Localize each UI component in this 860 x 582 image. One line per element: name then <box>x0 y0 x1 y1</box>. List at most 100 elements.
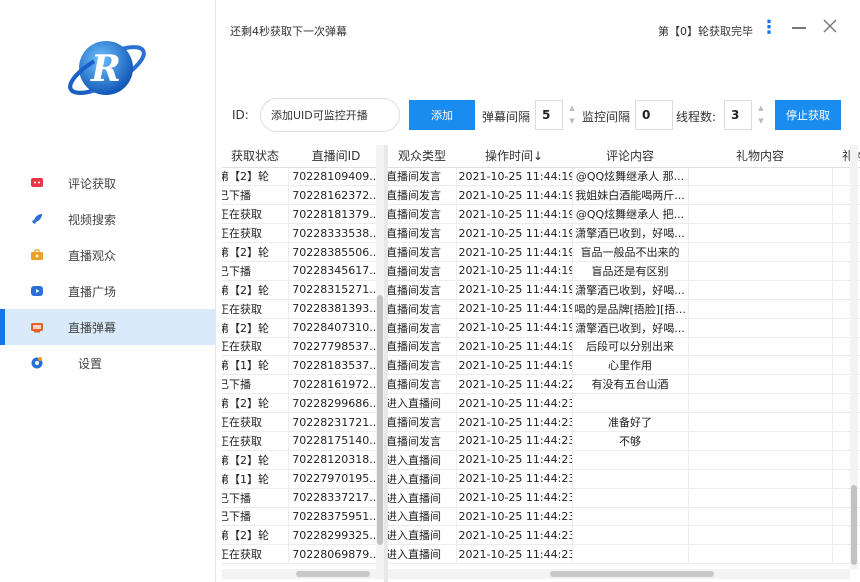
table-row[interactable]: 进入直播间 2021-10-25 11:44:23 <box>388 525 860 546</box>
sidebar-item-label: 设置 <box>78 357 103 371</box>
stop-button[interactable]: 停止获取 <box>775 100 841 130</box>
table-cell: 不够 <box>572 431 689 451</box>
threads-stepper[interactable]: 3 <box>724 100 752 130</box>
column-header-room-id[interactable]: 直播间ID <box>288 145 384 168</box>
table-cell: 进入直播间 <box>388 469 457 489</box>
table-cell <box>688 318 833 338</box>
table-row[interactable]: 进入直播间 2021-10-25 11:44:23 <box>388 393 860 414</box>
table-row[interactable]: 进入直播间 2021-10-25 11:44:23 <box>388 544 860 565</box>
table-cell: 70228337217... <box>288 488 384 508</box>
scrollbar-thumb[interactable] <box>851 485 857 565</box>
table-row[interactable]: 正在获取 70227798537... <box>222 337 384 357</box>
minimize-icon[interactable] <box>792 27 806 29</box>
sidebar-item-comments[interactable]: 评论获取 <box>0 165 216 201</box>
table-row[interactable]: 直播间发言 2021-10-25 11:44:19 喝的是品牌[捂脸][捂... <box>388 299 860 319</box>
table-row[interactable]: 进入直播间 2021-10-25 11:44:23 <box>388 507 860 527</box>
scrollbar-thumb[interactable] <box>550 571 714 577</box>
table-row[interactable]: 第【1】轮 70227970195... <box>222 469 384 489</box>
table-row[interactable]: 正在获取 70228381393... <box>222 299 384 319</box>
table-row[interactable]: 直播间发言 2021-10-25 11:44:19 潇擎酒已收到，好喝... <box>388 223 860 244</box>
table-cell: 2021-10-25 11:44:19 <box>456 242 573 262</box>
column-header-status[interactable]: 获取状态 <box>222 145 288 168</box>
table-cell <box>688 374 833 395</box>
table-row[interactable]: 正在获取 70228333538... <box>222 223 384 244</box>
table-row[interactable]: 正在获取 70228175140... <box>222 431 384 451</box>
table-row[interactable]: 第【2】轮 70228407310... <box>222 318 384 338</box>
table-row[interactable]: 直播间发言 2021-10-25 11:44:19 盲品还是有区别 <box>388 261 860 281</box>
table-row[interactable]: 正在获取 70228181379... <box>222 204 384 225</box>
table-row[interactable]: 第【2】轮 70228109409... <box>222 167 384 187</box>
table-row[interactable]: 第【1】轮 70228183537... <box>222 355 384 376</box>
table-row[interactable]: 直播间发言 2021-10-25 11:44:23 准备好了 <box>388 412 860 432</box>
right-vertical-scrollbar[interactable] <box>850 145 858 569</box>
column-header-operation-time[interactable]: 操作时间↓ <box>456 145 572 168</box>
sidebar-item-video-search[interactable]: 视频搜索 <box>0 201 216 237</box>
table-left-pane: 获取状态 直播间ID 第【2】轮70228109409...已下播7022816… <box>222 145 384 569</box>
sidebar-item-live-audience[interactable]: 直播观众 <box>0 237 216 273</box>
column-header-viewer-type[interactable]: 观众类型 <box>388 145 456 168</box>
danmu-interval-stepper[interactable]: 5 <box>535 100 563 130</box>
table-row[interactable]: 已下播70228337217... <box>222 488 384 508</box>
table-row[interactable]: 已下播70228161972... <box>222 374 384 395</box>
more-menu-icon[interactable]: ⋮ <box>760 18 778 38</box>
add-button[interactable]: 添加 <box>409 100 475 130</box>
table-cell: 70228381393... <box>288 299 384 319</box>
table-cell: 后段可以分别出来 <box>572 337 689 357</box>
table-cell: 2021-10-25 11:44:23 <box>456 544 573 565</box>
table-cell: 2021-10-25 11:44:23 <box>456 488 573 508</box>
right-horizontal-scrollbar[interactable] <box>388 569 850 579</box>
left-horizontal-scrollbar[interactable] <box>222 569 384 579</box>
left-vertical-scrollbar[interactable] <box>376 145 384 569</box>
scrollbar-thumb[interactable] <box>296 571 370 577</box>
table-row[interactable]: 直播间发言 2021-10-25 11:44:19 心里作用 <box>388 355 860 376</box>
table-row[interactable]: 第【2】轮 70228299686... <box>222 393 384 414</box>
table-row[interactable]: 直播间发言 2021-10-25 11:44:22 有没有五台山酒 <box>388 374 860 395</box>
table-row[interactable]: 直播间发言 2021-10-25 11:44:19 我姐妹白酒能喝两斤... <box>388 185 860 206</box>
table-row[interactable]: 已下播70228162372... <box>222 185 384 206</box>
table-cell: 70227970195... <box>288 469 384 489</box>
scrollbar-thumb[interactable] <box>377 295 383 545</box>
table-row[interactable]: 直播间发言 2021-10-25 11:44:19 @QQ炫舞继承人 那... <box>388 167 860 187</box>
round-status: 第【0】轮获取完毕 <box>658 25 753 38</box>
table-row[interactable]: 第【2】轮 70228299325... <box>222 525 384 546</box>
table-cell: 2021-10-25 11:44:23 <box>456 412 573 432</box>
danmu-interval-arrows-icon[interactable]: ▲ ▼ <box>568 102 576 128</box>
table-cell: 第【2】轮 <box>222 167 289 187</box>
table-row[interactable]: 直播间发言 2021-10-25 11:44:19 @QQ炫舞继承人 把... <box>388 204 860 225</box>
sidebar-item-settings[interactable]: 设置 <box>0 345 216 381</box>
table-row[interactable]: 进入直播间 2021-10-25 11:44:23 <box>388 488 860 508</box>
table-cell: 准备好了 <box>572 412 689 432</box>
table-row[interactable]: 第【2】轮 70228120318... <box>222 450 384 470</box>
table-row[interactable]: 正在获取 70228069879... <box>222 544 384 565</box>
column-header-comment[interactable]: 评论内容 <box>572 145 688 168</box>
table-cell: 2021-10-25 11:44:23 <box>456 507 573 527</box>
table-row[interactable]: 进入直播间 2021-10-25 11:44:23 <box>388 450 860 470</box>
table-cell: 直播间发言 <box>388 355 457 376</box>
table-row[interactable]: 第【2】轮 70228385506... <box>222 242 384 262</box>
sidebar-item-live-square[interactable]: 直播广场 <box>0 273 216 309</box>
monitor-interval-stepper[interactable]: 0 <box>635 100 673 130</box>
table-row[interactable]: 已下播70228345617... <box>222 261 384 281</box>
table-row[interactable]: 进入直播间 2021-10-25 11:44:23 <box>388 469 860 489</box>
table-row[interactable]: 第【2】轮 70228315271... <box>222 280 384 300</box>
table-cell: 进入直播间 <box>388 393 457 414</box>
table-cell <box>688 280 833 300</box>
close-icon[interactable] <box>822 18 838 34</box>
table-row[interactable]: 已下播70228375951... <box>222 507 384 527</box>
table-row[interactable]: 直播间发言 2021-10-25 11:44:19 后段可以分别出来 <box>388 337 860 357</box>
table-cell: 直播间发言 <box>388 167 457 187</box>
table-row[interactable]: 直播间发言 2021-10-25 11:44:19 盲品一般品不出来的 <box>388 242 860 262</box>
uid-input[interactable] <box>260 98 400 132</box>
sidebar-item-live-danmu[interactable]: 直播弹幕 <box>0 309 216 345</box>
sidebar-item-label: 评论获取 <box>68 177 117 191</box>
table-cell: 已下播 <box>222 507 289 527</box>
table-row[interactable]: 直播间发言 2021-10-25 11:44:19 潇擎酒已收到，好喝... <box>388 318 860 338</box>
table-row[interactable]: 直播间发言 2021-10-25 11:44:23 不够 <box>388 431 860 451</box>
threads-arrows-icon[interactable]: ▲ ▼ <box>757 102 765 128</box>
table-cell: 70228299325... <box>288 525 384 546</box>
column-header-gift-content[interactable]: 礼物内容 <box>688 145 832 168</box>
danmu-table: 获取状态 直播间ID 第【2】轮70228109409...已下播7022816… <box>222 145 860 582</box>
table-row[interactable]: 直播间发言 2021-10-25 11:44:19 潇擎酒已收到，好喝... <box>388 280 860 300</box>
table-cell: 70228385506... <box>288 242 384 262</box>
table-row[interactable]: 正在获取 70228231721... <box>222 412 384 432</box>
